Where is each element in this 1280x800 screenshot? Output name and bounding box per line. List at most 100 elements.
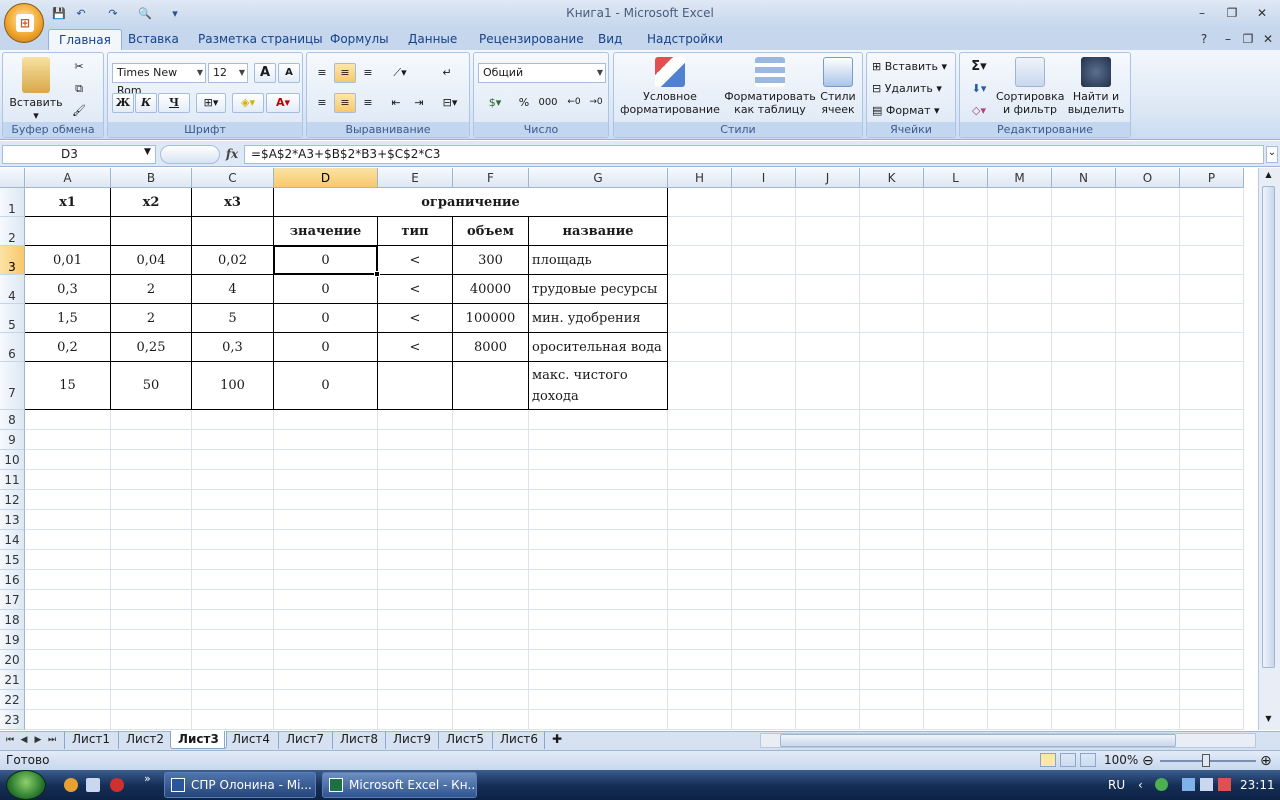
row-header[interactable]: 5	[0, 304, 25, 333]
grid-cell[interactable]	[192, 490, 274, 510]
grid-cell[interactable]	[453, 410, 529, 430]
data-cell[interactable]: 100	[192, 362, 274, 410]
grid-cell[interactable]	[529, 430, 668, 450]
grid-cell[interactable]	[1052, 670, 1116, 690]
grid-cell[interactable]	[111, 590, 192, 610]
sheet-tab[interactable]: Лист4	[224, 731, 277, 749]
grid-cell[interactable]	[1180, 246, 1244, 275]
row-header[interactable]: 7	[0, 362, 25, 410]
grid-cell[interactable]	[732, 410, 796, 430]
grid-cell[interactable]	[1052, 304, 1116, 333]
grid-cell[interactable]	[924, 530, 988, 550]
grid-cell[interactable]	[529, 510, 668, 530]
grid-cell[interactable]	[529, 650, 668, 670]
data-cell[interactable]: 15	[25, 362, 111, 410]
increase-decimal-icon[interactable]: ←0	[564, 93, 584, 113]
grid-cell[interactable]	[796, 188, 860, 217]
grid-cell[interactable]	[1180, 630, 1244, 650]
grid-cell[interactable]	[924, 217, 988, 246]
grid-cell[interactable]	[378, 610, 453, 630]
column-header[interactable]: F	[453, 168, 529, 188]
grid-cell[interactable]	[796, 590, 860, 610]
grid-cell[interactable]	[192, 670, 274, 690]
close-icon[interactable]: ✕	[1248, 4, 1276, 22]
grid-cell[interactable]	[860, 410, 924, 430]
grid-cell[interactable]	[732, 590, 796, 610]
grid-cell[interactable]	[668, 304, 732, 333]
row-header[interactable]: 2	[0, 217, 25, 246]
grid-cell[interactable]	[860, 510, 924, 530]
grid-cell[interactable]	[1180, 710, 1244, 730]
grid-cell[interactable]	[860, 333, 924, 362]
grid-cell[interactable]	[924, 246, 988, 275]
grid-cell[interactable]	[1180, 410, 1244, 430]
grid-cell[interactable]	[25, 410, 111, 430]
grid-cell[interactable]	[453, 570, 529, 590]
grid-cell[interactable]	[1116, 490, 1180, 510]
grid-cell[interactable]	[378, 510, 453, 530]
volume-icon[interactable]	[1200, 778, 1213, 791]
grid-cell[interactable]	[192, 430, 274, 450]
header-cell[interactable]: название	[529, 217, 668, 246]
grow-font-button[interactable]: A	[254, 63, 276, 83]
grid-cell[interactable]	[988, 217, 1052, 246]
conditional-formatting-button[interactable]: Условное форматирование	[618, 57, 722, 116]
grid-cell[interactable]	[25, 510, 111, 530]
grid-cell[interactable]	[860, 362, 924, 410]
prev-sheet-icon[interactable]: ◀	[18, 733, 30, 747]
grid-cell[interactable]	[1180, 430, 1244, 450]
grid-cell[interactable]	[732, 217, 796, 246]
grid-cell[interactable]	[796, 410, 860, 430]
grid-cell[interactable]	[860, 650, 924, 670]
header-cell[interactable]: тип	[378, 217, 453, 246]
scroll-up-icon[interactable]: ▲	[1262, 170, 1275, 184]
cell-styles-button[interactable]: Стили ячеек	[816, 57, 860, 116]
grid-cell[interactable]	[1180, 275, 1244, 304]
data-cell[interactable]: 0	[274, 304, 378, 333]
grid-cell[interactable]	[924, 590, 988, 610]
grid-cell[interactable]	[924, 510, 988, 530]
row-header[interactable]: 8	[0, 410, 25, 430]
expand-formula-bar-icon[interactable]: ⌄	[1266, 146, 1278, 163]
format-painter-icon[interactable]: 🖌	[69, 101, 89, 119]
grid-cell[interactable]	[988, 410, 1052, 430]
grid-cell[interactable]	[860, 304, 924, 333]
grid-cell[interactable]	[924, 650, 988, 670]
first-sheet-icon[interactable]: ⏮	[4, 733, 16, 747]
grid-cell[interactable]	[1052, 188, 1116, 217]
grid-cell[interactable]	[668, 217, 732, 246]
currency-icon[interactable]: $▾	[478, 93, 512, 113]
grid-cell[interactable]	[796, 570, 860, 590]
grid-cell[interactable]	[988, 470, 1052, 490]
grid-cell[interactable]	[25, 490, 111, 510]
grid-cell[interactable]	[732, 490, 796, 510]
next-sheet-icon[interactable]: ▶	[32, 733, 44, 747]
grid-cell[interactable]	[796, 630, 860, 650]
grid-cell[interactable]	[453, 450, 529, 470]
tab-insert[interactable]: Вставка	[118, 29, 189, 50]
grid-cell[interactable]	[111, 710, 192, 730]
grid-cell[interactable]	[668, 710, 732, 730]
grid-cell[interactable]	[111, 410, 192, 430]
grid-cell[interactable]	[1116, 530, 1180, 550]
grid-cell[interactable]	[732, 430, 796, 450]
column-header[interactable]: L	[924, 168, 988, 188]
grid-cell[interactable]	[1180, 510, 1244, 530]
grid-cell[interactable]	[111, 450, 192, 470]
decrease-indent-icon[interactable]: ⇤	[385, 93, 407, 113]
grid-cell[interactable]	[378, 450, 453, 470]
grid-cell[interactable]	[668, 630, 732, 650]
page-break-view-icon[interactable]	[1080, 753, 1096, 767]
grid-cell[interactable]	[192, 690, 274, 710]
grid-cell[interactable]	[924, 362, 988, 410]
grid-cell[interactable]	[924, 450, 988, 470]
grid-cell[interactable]	[111, 490, 192, 510]
grid-cell[interactable]	[274, 630, 378, 650]
format-as-table-button[interactable]: Форматировать как таблицу	[722, 57, 818, 116]
grid-cell[interactable]	[924, 275, 988, 304]
grid-cell[interactable]	[192, 470, 274, 490]
merge-center-icon[interactable]: ⊟▾	[435, 93, 465, 113]
header-cell[interactable]	[25, 217, 111, 246]
grid-cell[interactable]	[668, 470, 732, 490]
column-header[interactable]: D	[274, 168, 378, 188]
